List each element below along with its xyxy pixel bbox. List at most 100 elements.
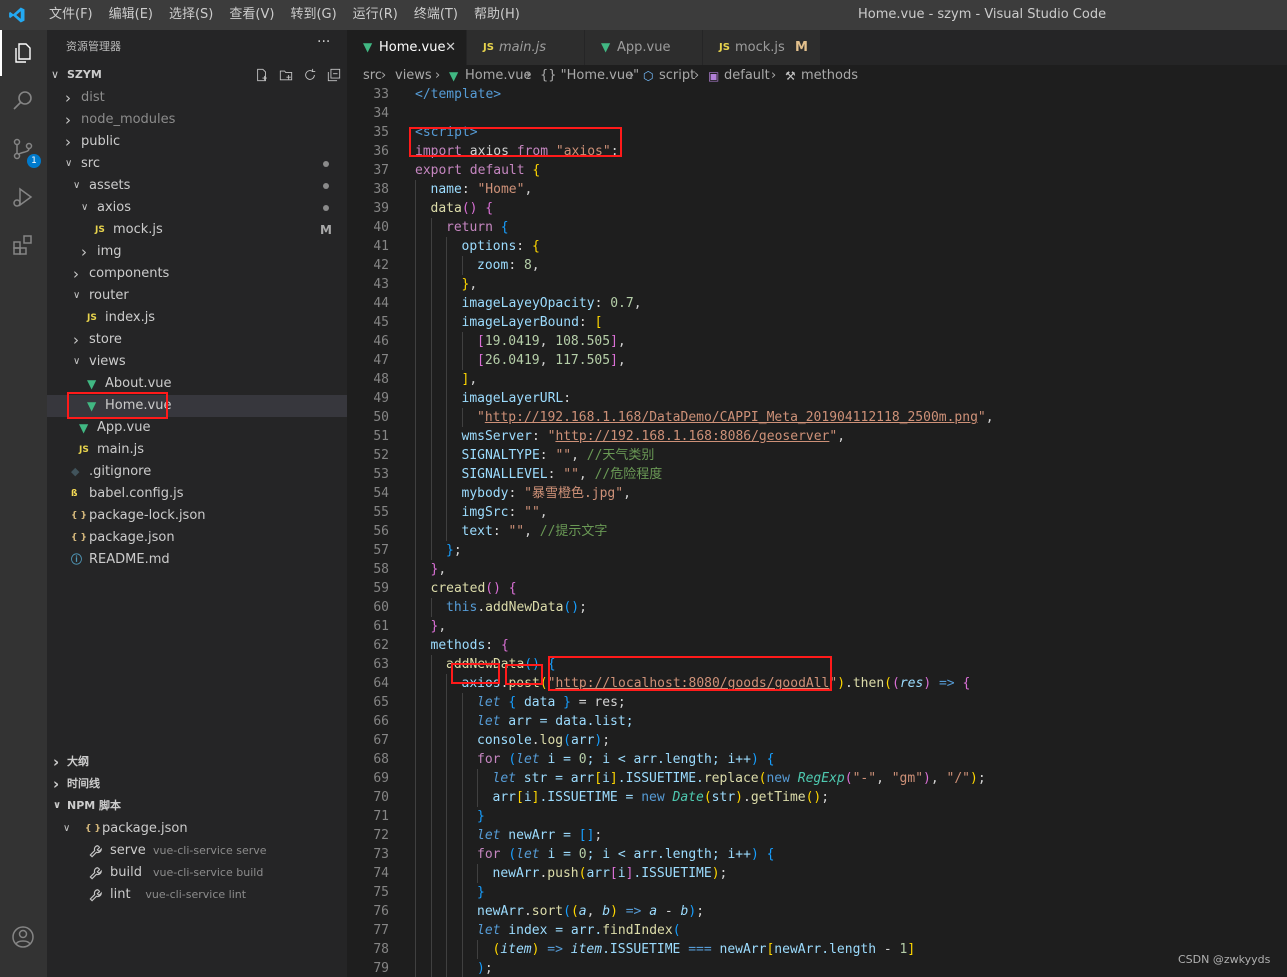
indent-guide <box>446 693 447 712</box>
npm-script-lint[interactable]: lint vue-cli-service lint <box>47 884 347 906</box>
breadcrumb-item[interactable]: default <box>724 65 770 87</box>
indent-guide <box>446 883 447 902</box>
code-token: . <box>531 733 540 748</box>
source-control-icon[interactable]: 1 <box>0 126 47 172</box>
code-token: { <box>766 847 775 862</box>
menu-item[interactable]: 编辑(E) <box>101 0 161 30</box>
menu-item[interactable]: 查看(V) <box>221 0 282 30</box>
npm-package-json[interactable]: ∨ { } package.json <box>47 818 347 840</box>
line-number: 67 <box>373 733 389 748</box>
chevron-right-icon: › <box>73 265 79 283</box>
tree-item-package-json[interactable]: { } package.json <box>47 527 347 549</box>
tab-label: Home.vue <box>379 40 446 55</box>
refresh-icon[interactable] <box>303 66 323 84</box>
tree-item-views[interactable]: ∨ views <box>47 351 347 373</box>
tree-item-label: router <box>89 288 129 303</box>
line-number: 60 <box>373 600 389 615</box>
code-token: ) <box>610 904 618 919</box>
code-line: console.log(arr); <box>477 731 610 750</box>
menu-item[interactable]: 运行(R) <box>345 0 406 30</box>
project-header[interactable]: ∨ SZYM <box>47 66 347 86</box>
tree-item-img[interactable]: › img <box>47 241 347 263</box>
tree-item--gitignore[interactable]: ◆ .gitignore <box>47 461 347 483</box>
code-token: = res; <box>570 695 626 710</box>
code-line: }, <box>431 617 447 636</box>
tree-item-readme-md[interactable]: ⓘ README.md <box>47 549 347 571</box>
npm-script-build[interactable]: build vue-cli-service build <box>47 862 347 884</box>
indent-guide <box>415 750 416 769</box>
tree-item-mock-js[interactable]: JS mock.js M <box>47 219 347 241</box>
line-number: 57 <box>373 543 389 558</box>
collapse-all-icon[interactable] <box>327 66 347 84</box>
tree-item-main-js[interactable]: JS main.js <box>47 439 347 461</box>
indent-guide <box>415 769 416 788</box>
extensions-icon[interactable] <box>0 222 47 268</box>
code-token: ; <box>579 600 587 615</box>
npm-script-serve[interactable]: serve vue-cli-service serve <box>47 840 347 862</box>
run-debug-icon[interactable] <box>0 174 47 220</box>
new-folder-icon[interactable] <box>279 66 299 84</box>
search-icon[interactable] <box>0 78 47 124</box>
line-number: 75 <box>373 885 389 900</box>
menu-item[interactable]: 终端(T) <box>406 0 466 30</box>
code-token: newArr <box>492 866 540 881</box>
new-file-icon[interactable] <box>255 66 275 84</box>
more-actions-icon[interactable]: ··· <box>317 34 330 50</box>
menu-item[interactable]: 选择(S) <box>161 0 221 30</box>
tree-item-src[interactable]: ∨ src <box>47 153 347 175</box>
tree-item-app-vue[interactable]: ▼ App.vue <box>47 417 347 439</box>
breadcrumb-item[interactable]: script <box>659 65 695 87</box>
breadcrumb-item[interactable]: methods <box>801 65 858 87</box>
indent-guide <box>461 332 463 351</box>
breadcrumb-item[interactable]: Home.vue <box>465 65 531 87</box>
menu-item[interactable]: 帮助(H) <box>466 0 528 30</box>
tab-app-vue[interactable]: ▼ App.vue <box>585 30 703 65</box>
tree-item-axios[interactable]: ∨ axios <box>47 197 347 219</box>
indent-guide <box>430 503 432 522</box>
tab-mock-js[interactable]: JS mock.js M <box>703 30 821 65</box>
menu-item[interactable]: 文件(F) <box>41 0 101 30</box>
section-0[interactable]: › 大纲 <box>47 751 347 773</box>
line-number: 62 <box>373 638 389 653</box>
code-token: b <box>602 904 611 919</box>
code-token: a <box>649 904 658 919</box>
section-2[interactable]: ∨ NPM 脚本 <box>47 795 347 817</box>
tree-item-public[interactable]: › public <box>47 131 347 153</box>
menu-item[interactable]: 转到(G) <box>282 0 344 30</box>
tree-item-dist[interactable]: › dist <box>47 87 347 109</box>
breadcrumb-item[interactable]: views <box>395 65 432 87</box>
tab-main-js[interactable]: JS main.js <box>467 30 585 65</box>
tree-item-index-js[interactable]: JS index.js <box>47 307 347 329</box>
code-token: { <box>500 638 509 653</box>
close-icon[interactable]: ✕ <box>445 30 456 65</box>
code-token: 117.505 <box>555 353 611 368</box>
tab-home-vue[interactable]: ▼ Home.vue ✕ <box>347 30 467 65</box>
tree-item-router[interactable]: ∨ router <box>47 285 347 307</box>
code-token: ] <box>610 353 618 368</box>
code-line: let arr = data.list; <box>477 712 634 731</box>
explorer-icon[interactable] <box>0 30 47 76</box>
breadcrumb-item[interactable]: {} "Home.vue" <box>540 65 639 87</box>
code-token: === <box>688 942 712 957</box>
tree-item-assets[interactable]: ∨ assets <box>47 175 347 197</box>
code-line: data() { <box>431 199 494 218</box>
tree-item-store[interactable]: › store <box>47 329 347 351</box>
code-token: "" <box>524 505 540 520</box>
section-1[interactable]: › 时间线 <box>47 773 347 795</box>
code-token: 19.0419 <box>484 334 540 349</box>
breadcrumb-separator-icon: › <box>771 68 777 83</box>
code-token: arr <box>586 866 610 881</box>
code-editor[interactable]: 33 </template> 34 35 <script> 36 import axios … <box>347 87 1287 977</box>
indent-guide <box>430 541 432 560</box>
tree-item-package-lock-json[interactable]: { } package-lock.json <box>47 505 347 527</box>
breadcrumb-item[interactable]: src <box>363 65 382 87</box>
code-token: push <box>547 866 579 881</box>
indent-guide <box>415 712 416 731</box>
tree-item-node-modules[interactable]: › node_modules <box>47 109 347 131</box>
code-line: options: { <box>462 237 540 256</box>
breadcrumb-separator-icon: › <box>526 68 532 83</box>
tree-item-components[interactable]: › components <box>47 263 347 285</box>
account-icon[interactable] <box>0 914 47 960</box>
tree-item-babel-config-js[interactable]: ß babel.config.js <box>47 483 347 505</box>
